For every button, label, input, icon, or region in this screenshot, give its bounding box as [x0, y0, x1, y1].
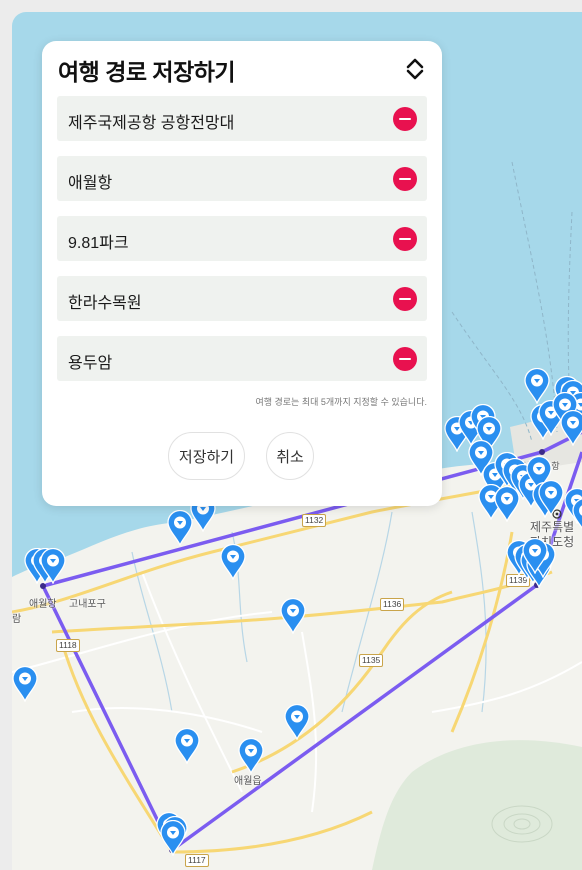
route-item[interactable]: 9.81파크 — [57, 216, 427, 261]
map-pin-icon[interactable] — [560, 410, 582, 446]
panel-title: 여행 경로 저장하기 — [58, 59, 236, 85]
route-item-name: 애월항 — [68, 175, 113, 192]
map-pin-icon[interactable] — [12, 666, 38, 702]
sort-arrows-icon[interactable] — [404, 57, 426, 81]
route-item[interactable]: 용두암 — [57, 336, 427, 381]
map-pin-icon[interactable] — [494, 486, 520, 522]
map-pin-icon[interactable] — [572, 498, 582, 534]
map-pin-icon[interactable] — [174, 728, 200, 764]
map-pin-icon[interactable] — [238, 738, 264, 774]
terrain-area — [372, 740, 582, 870]
route-item-name: 9.81파크 — [68, 235, 129, 252]
remove-route-button[interactable] — [393, 227, 417, 251]
route-save-panel: 여행 경로 저장하기 제주국제공항 공항전망대 애월항 9.81파크 한라수목원… — [42, 41, 442, 506]
map-pin-icon[interactable] — [522, 538, 548, 574]
route-limit-notice: 여행 경로는 최대 5개까지 지정할 수 있습니다. — [255, 397, 427, 407]
map-pin-icon[interactable] — [40, 548, 66, 584]
map-pin-icon[interactable] — [220, 544, 246, 580]
map-pin-icon[interactable] — [538, 480, 564, 516]
route-item-name: 용두암 — [68, 355, 113, 372]
remove-route-button[interactable] — [393, 287, 417, 311]
road-number-badge: 1117 — [185, 854, 209, 867]
map-pin-icon[interactable] — [284, 704, 310, 740]
remove-route-button[interactable] — [393, 107, 417, 131]
map-label-aewol-eup: 애월읍 — [234, 776, 262, 787]
route-item[interactable]: 애월항 — [57, 156, 427, 201]
map-label-gonae-port: 고내포구 — [69, 599, 106, 610]
route-item[interactable]: 제주국제공항 공항전망대 — [57, 96, 427, 141]
map-pin-icon[interactable] — [524, 368, 550, 404]
road-number-badge: 1135 — [359, 654, 384, 667]
road-number-badge: 1132 — [302, 514, 327, 527]
cancel-button[interactable]: 취소 — [266, 432, 314, 480]
route-item-name: 한라수목원 — [68, 295, 142, 312]
remove-route-button[interactable] — [393, 347, 417, 371]
route-item-name: 제주국제공항 공항전망대 — [68, 115, 235, 132]
route-item[interactable]: 한라수목원 — [57, 276, 427, 321]
remove-route-button[interactable] — [393, 167, 417, 191]
map-label-partial: 람 — [12, 614, 22, 625]
map-pin-icon[interactable] — [280, 598, 306, 634]
save-button[interactable]: 저장하기 — [168, 432, 245, 480]
map-pin-icon[interactable] — [160, 820, 186, 856]
map-label-aewol-port: 애월항 — [29, 599, 57, 610]
road-number-badge: 1118 — [56, 639, 80, 652]
road-number-badge: 1136 — [380, 598, 405, 611]
